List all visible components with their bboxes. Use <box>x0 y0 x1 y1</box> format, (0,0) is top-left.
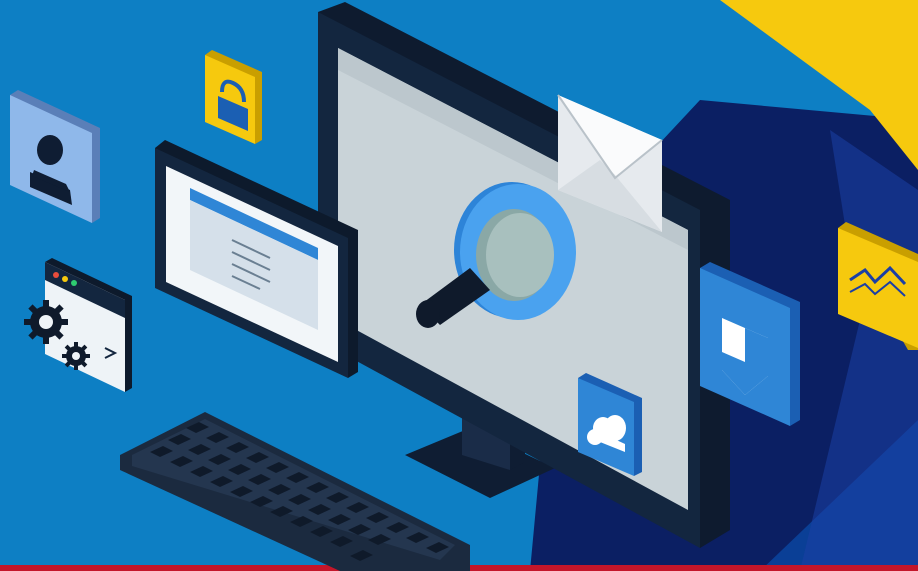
isometric-computer-illustration <box>0 0 918 571</box>
illustration-scene <box>0 0 918 571</box>
